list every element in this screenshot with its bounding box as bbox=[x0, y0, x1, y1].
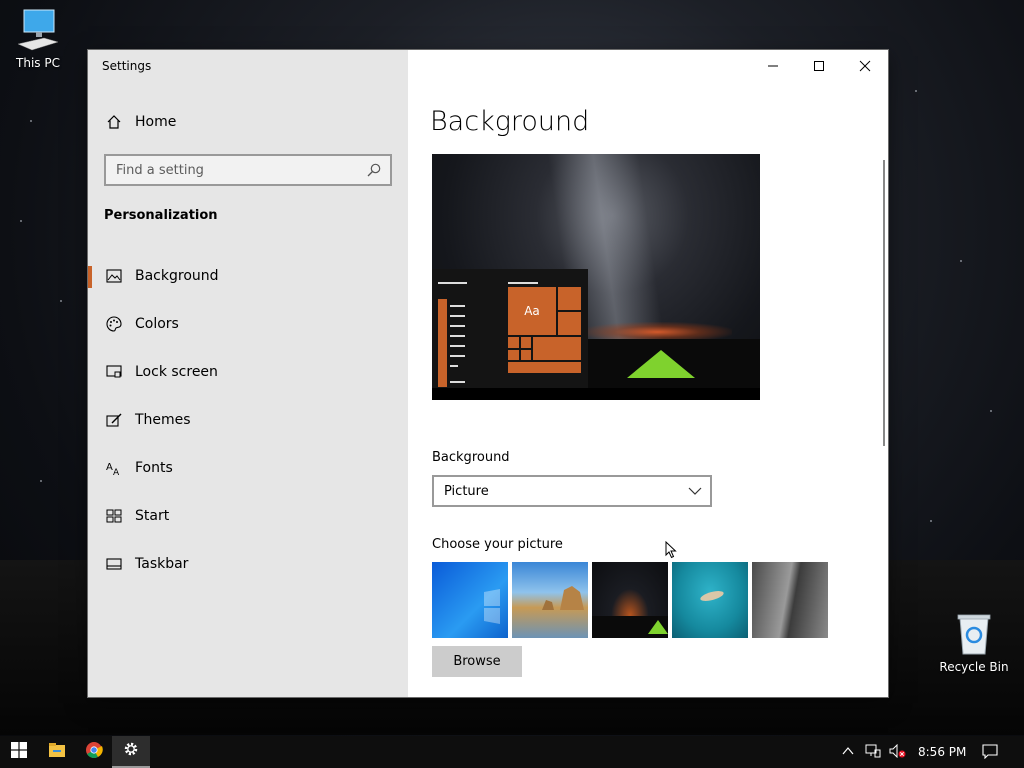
page-title: Background bbox=[430, 106, 590, 137]
taskbar-file-explorer[interactable] bbox=[38, 736, 76, 768]
background-type-label: Background bbox=[432, 450, 510, 465]
notification-icon bbox=[982, 743, 998, 762]
sidebar-item-label: Start bbox=[135, 508, 170, 524]
sidebar-item-label: Fonts bbox=[135, 460, 173, 476]
chevron-up-icon bbox=[842, 745, 854, 759]
desktop-icon-label: Recycle Bin bbox=[939, 660, 1009, 674]
thumbnail-beach-rocks[interactable] bbox=[512, 562, 588, 638]
desktop-icon-recycle-bin[interactable]: Recycle Bin bbox=[938, 612, 1010, 674]
themes-icon bbox=[104, 410, 124, 430]
taskbar-chrome[interactable] bbox=[75, 736, 113, 768]
action-center-button[interactable] bbox=[982, 736, 998, 768]
computer-icon bbox=[14, 8, 62, 52]
thumbnail-underwater-swimmer[interactable] bbox=[672, 562, 748, 638]
start-icon bbox=[104, 506, 124, 526]
taskbar-icon bbox=[104, 554, 124, 574]
thumbnail-night-sky-tent[interactable] bbox=[592, 562, 668, 638]
volume-button[interactable] bbox=[889, 736, 907, 768]
thumbnail-rock-cliff[interactable] bbox=[752, 562, 828, 638]
chrome-icon bbox=[85, 741, 103, 763]
mouse-cursor-icon bbox=[665, 540, 677, 563]
sidebar: Settings Home Personalization Background bbox=[88, 50, 408, 697]
network-icon bbox=[865, 744, 881, 761]
thumbnail-windows-blue[interactable] bbox=[432, 562, 508, 638]
settings-icon bbox=[123, 741, 139, 761]
sidebar-item-taskbar[interactable]: Taskbar bbox=[88, 547, 408, 595]
maximize-button[interactable] bbox=[796, 50, 842, 82]
choose-picture-label: Choose your picture bbox=[432, 537, 563, 552]
chevron-down-icon bbox=[688, 484, 702, 502]
start-button[interactable] bbox=[0, 736, 38, 768]
browse-button[interactable]: Browse bbox=[432, 646, 522, 677]
maximize-icon bbox=[813, 57, 825, 76]
settings-window: Settings Home Personalization Background bbox=[88, 50, 888, 697]
background-type-dropdown[interactable]: Picture bbox=[432, 475, 712, 507]
sidebar-item-background[interactable]: Background bbox=[88, 259, 408, 307]
taskbar: 8:56 PM bbox=[0, 736, 1024, 768]
svg-text:A: A bbox=[113, 468, 120, 476]
sidebar-item-home[interactable]: Home bbox=[88, 106, 408, 138]
lock-screen-icon bbox=[104, 362, 124, 382]
picture-thumbnails bbox=[432, 562, 828, 638]
sidebar-item-colors[interactable]: Colors bbox=[88, 307, 408, 355]
clock[interactable]: 8:56 PM bbox=[918, 736, 966, 768]
preview-start-menu: Aa bbox=[432, 269, 588, 389]
minimize-button[interactable] bbox=[750, 50, 796, 82]
home-icon bbox=[104, 112, 124, 132]
search-icon[interactable] bbox=[366, 162, 382, 182]
desktop-icon-label: This PC bbox=[16, 56, 60, 70]
sidebar-item-start[interactable]: Start bbox=[88, 499, 408, 547]
sidebar-item-fonts[interactable]: AA Fonts bbox=[88, 451, 408, 499]
close-button[interactable] bbox=[842, 50, 888, 82]
sidebar-item-label: Colors bbox=[135, 316, 179, 332]
file-explorer-icon bbox=[48, 742, 66, 762]
sidebar-item-label: Home bbox=[135, 114, 177, 130]
sidebar-item-label: Themes bbox=[135, 412, 191, 428]
dropdown-value: Picture bbox=[444, 483, 489, 499]
preview-tile: Aa bbox=[507, 286, 557, 336]
search-box bbox=[104, 154, 392, 186]
sidebar-nav: Background Colors Lock screen Themes A A… bbox=[88, 259, 408, 595]
sidebar-item-label: Background bbox=[135, 268, 219, 284]
sidebar-item-label: Lock screen bbox=[135, 364, 218, 380]
show-hidden-icons-button[interactable] bbox=[842, 736, 854, 768]
minimize-icon bbox=[767, 57, 779, 76]
sidebar-item-themes[interactable]: Themes bbox=[88, 403, 408, 451]
recycle-bin-icon bbox=[950, 612, 998, 656]
desktop-icon-this-pc[interactable]: This PC bbox=[2, 8, 74, 70]
sidebar-item-label: Taskbar bbox=[135, 556, 189, 572]
search-input[interactable] bbox=[106, 162, 356, 178]
picture-icon bbox=[104, 266, 124, 286]
scrollbar[interactable] bbox=[883, 160, 885, 446]
palette-icon bbox=[104, 314, 124, 334]
tent-illustration bbox=[627, 350, 695, 378]
taskbar-settings[interactable] bbox=[112, 736, 150, 768]
network-button[interactable] bbox=[865, 736, 881, 768]
sidebar-item-lock-screen[interactable]: Lock screen bbox=[88, 355, 408, 403]
window-title: Settings bbox=[102, 59, 152, 73]
close-icon bbox=[859, 57, 871, 76]
windows-logo-icon bbox=[11, 742, 27, 762]
section-title: Personalization bbox=[104, 208, 218, 223]
background-preview: Aa bbox=[432, 154, 760, 400]
fonts-icon: AA bbox=[104, 458, 124, 478]
volume-muted-icon bbox=[889, 743, 907, 761]
svg-text:A: A bbox=[106, 462, 113, 473]
